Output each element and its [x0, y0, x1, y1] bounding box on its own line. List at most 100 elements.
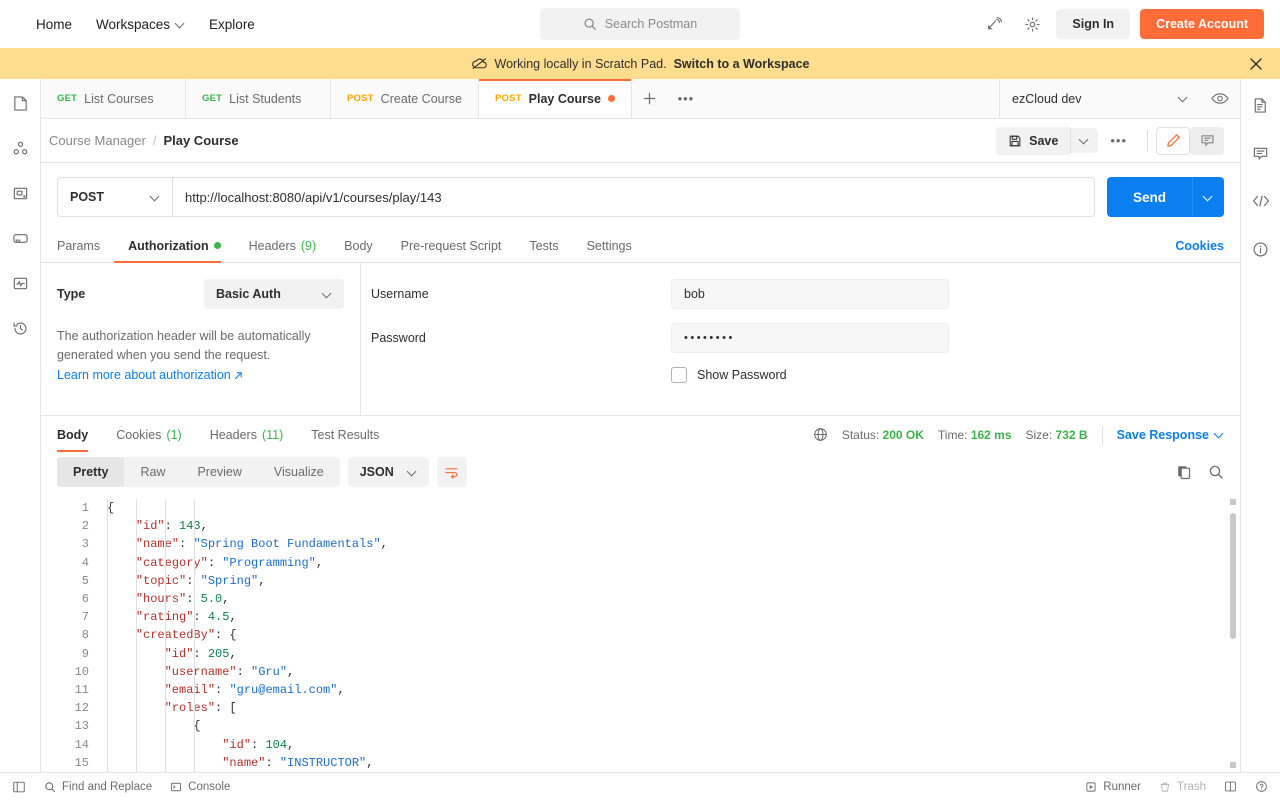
username-field[interactable]: [671, 279, 949, 309]
chevron-down-icon: [151, 193, 160, 202]
tab-pre-request-script[interactable]: Pre-request Script: [387, 229, 516, 262]
tab-params[interactable]: Params: [57, 229, 114, 262]
response-tab-body[interactable]: Body: [57, 418, 102, 452]
url-input[interactable]: [172, 177, 1095, 217]
send-button[interactable]: Send: [1106, 177, 1192, 217]
response-tabs: Body Cookies (1) Headers (11) Test Resul…: [41, 418, 1240, 452]
learn-more-link[interactable]: Learn more about authorization: [57, 366, 243, 385]
banner-text: Working locally in Scratch Pad.: [494, 56, 667, 71]
settings-gear-icon[interactable]: [1018, 10, 1046, 38]
show-password-label[interactable]: Show Password: [697, 368, 787, 382]
response-tab-headers-count: (11): [261, 427, 284, 442]
mock-servers-icon[interactable]: [8, 226, 32, 250]
code-line: "email": "gru@email.com",: [164, 683, 345, 698]
code-snippet-icon[interactable]: [1249, 189, 1273, 213]
save-options-button[interactable]: [1070, 128, 1099, 153]
scroll-thumb[interactable]: [1230, 513, 1236, 639]
code-line: "id": 104,: [222, 737, 295, 752]
comment-mode-button[interactable]: [1190, 126, 1224, 155]
documentation-icon[interactable]: [1249, 93, 1273, 117]
size-label: Size:: [1025, 427, 1053, 442]
console-button[interactable]: Console: [170, 781, 230, 793]
send-options-button[interactable]: [1192, 177, 1224, 217]
status-badge: Status: 200 OK: [842, 428, 924, 442]
password-field[interactable]: [671, 323, 949, 353]
response-tab-headers[interactable]: Headers (11): [196, 418, 298, 451]
tab-method-badge: POST: [494, 93, 522, 104]
request-tab-list-courses[interactable]: GET List Courses: [41, 79, 186, 118]
auth-type-select[interactable]: Basic Auth: [204, 279, 344, 309]
apis-icon[interactable]: [8, 136, 32, 160]
invite-icon[interactable]: [980, 10, 1008, 38]
size-badge: Size: 732 B: [1026, 428, 1088, 442]
code-line: "hours": 5.0,: [135, 592, 230, 607]
request-tab-create-course[interactable]: POST Create Course: [331, 79, 479, 118]
view-mode-raw[interactable]: Raw: [124, 457, 181, 487]
info-icon[interactable]: [1249, 237, 1273, 261]
network-globe-icon[interactable]: [813, 427, 828, 442]
find-and-replace-button[interactable]: Find and Replace: [44, 781, 152, 793]
indent-guide: [107, 499, 108, 772]
indent-guide: [193, 499, 195, 772]
close-banner-button[interactable]: [1246, 54, 1266, 74]
tab-tests[interactable]: Tests: [515, 229, 572, 262]
monitors-icon[interactable]: [8, 271, 32, 295]
response-tab-cookies[interactable]: Cookies (1): [102, 418, 195, 451]
response-body-viewer[interactable]: 1 2 3 4 5 6 7 8 9 10 11 12 13 14 15 { "id": 143, "name…: [41, 495, 1240, 772]
copy-icon[interactable]: [1176, 464, 1192, 480]
response-format-select[interactable]: JSON: [347, 457, 429, 487]
sidebar-toggle-button[interactable]: [12, 780, 26, 794]
cloud-off-icon: [471, 57, 488, 70]
send-group: Send: [1106, 177, 1224, 217]
view-mode-pretty[interactable]: Pretty: [57, 457, 125, 487]
tab-settings[interactable]: Settings: [573, 229, 646, 262]
nav-link-explore[interactable]: Explore: [197, 11, 267, 38]
http-method-select[interactable]: POST: [57, 177, 172, 217]
response-scrollbar[interactable]: [1230, 499, 1236, 768]
request-more-options-button[interactable]: •••: [1098, 127, 1139, 155]
environment-selector[interactable]: ezCloud dev: [1000, 79, 1200, 118]
tab-label: Play Course: [528, 91, 601, 106]
chevron-down-icon: [323, 290, 332, 299]
tab-headers[interactable]: Headers (9): [235, 229, 331, 262]
environment-quick-look-icon[interactable]: [1200, 79, 1240, 118]
collections-icon[interactable]: [8, 91, 32, 115]
save-response-button[interactable]: Save Response: [1117, 428, 1224, 442]
sign-in-button[interactable]: Sign In: [1056, 9, 1131, 39]
main-body: GET List Courses GET List Students POST …: [0, 79, 1280, 772]
search-input[interactable]: Search Postman: [540, 8, 740, 40]
view-mode-visualize[interactable]: Visualize: [258, 457, 340, 487]
response-tab-test-results[interactable]: Test Results: [297, 418, 393, 451]
request-tab-play-course[interactable]: POST Play Course: [478, 79, 632, 118]
runner-button[interactable]: Runner: [1085, 781, 1141, 793]
request-tab-list-students[interactable]: GET List Students: [186, 79, 331, 118]
save-button[interactable]: Save: [996, 126, 1071, 155]
wrap-lines-button[interactable]: [436, 457, 467, 487]
new-tab-button[interactable]: [632, 79, 668, 118]
trash-button[interactable]: Trash: [1159, 781, 1206, 793]
breadcrumb-parent[interactable]: Course Manager: [49, 133, 146, 148]
nav-link-workspaces[interactable]: Workspaces: [84, 11, 197, 38]
json-code-lines: { "id": 143, "name": "Spring Boot Fundam…: [101, 499, 1240, 772]
breadcrumb-separator: /: [152, 133, 157, 148]
runner-icon: [1085, 781, 1097, 793]
environments-icon[interactable]: [8, 181, 32, 205]
find-and-replace-label: Find and Replace: [62, 780, 153, 793]
create-account-button[interactable]: Create Account: [1140, 9, 1264, 39]
cookies-link[interactable]: Cookies: [1175, 239, 1224, 253]
search-response-icon[interactable]: [1208, 464, 1224, 480]
line-number: 2: [81, 519, 89, 534]
nav-link-home[interactable]: Home: [24, 11, 84, 38]
tab-authorization[interactable]: Authorization: [114, 229, 235, 263]
view-mode-preview[interactable]: Preview: [181, 457, 257, 487]
switch-workspace-link[interactable]: Switch to a Workspace: [674, 57, 810, 71]
history-icon[interactable]: [8, 316, 32, 340]
comments-icon[interactable]: [1249, 141, 1273, 165]
show-password-checkbox[interactable]: [671, 367, 687, 383]
two-pane-layout-button[interactable]: [1224, 780, 1237, 793]
tab-options-button[interactable]: •••: [668, 79, 704, 118]
edit-mode-button[interactable]: [1156, 126, 1190, 155]
help-icon[interactable]: [1255, 780, 1268, 793]
time-label: Time:: [937, 427, 968, 442]
tab-body[interactable]: Body: [330, 229, 387, 262]
